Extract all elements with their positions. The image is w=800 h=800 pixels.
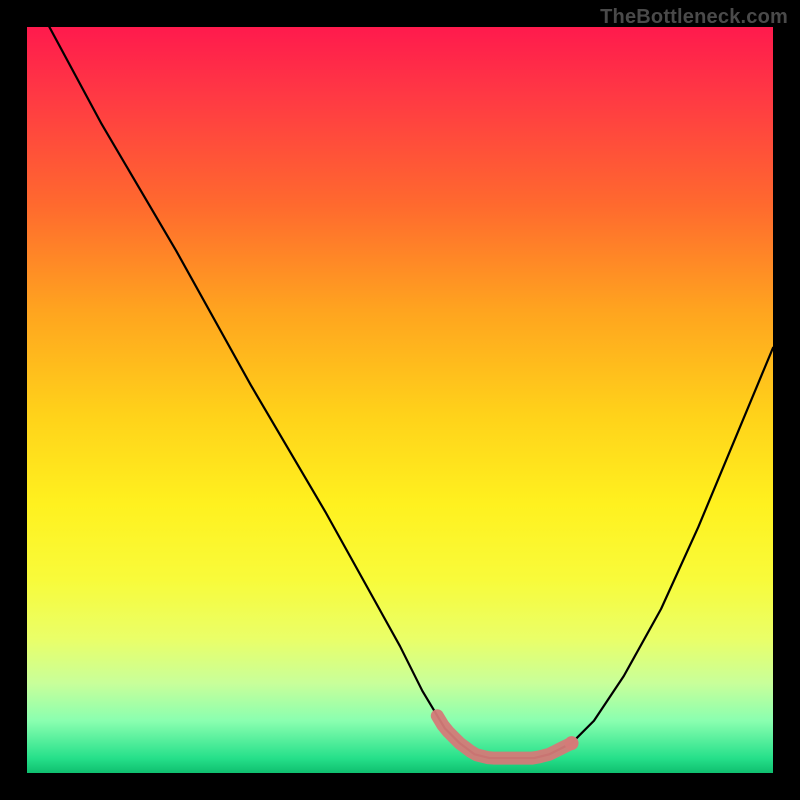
watermark-text: TheBottleneck.com — [600, 6, 788, 29]
plot-area — [27, 27, 773, 773]
chart-frame: TheBottleneck.com — [0, 0, 800, 800]
bottleneck-curve — [27, 27, 773, 773]
